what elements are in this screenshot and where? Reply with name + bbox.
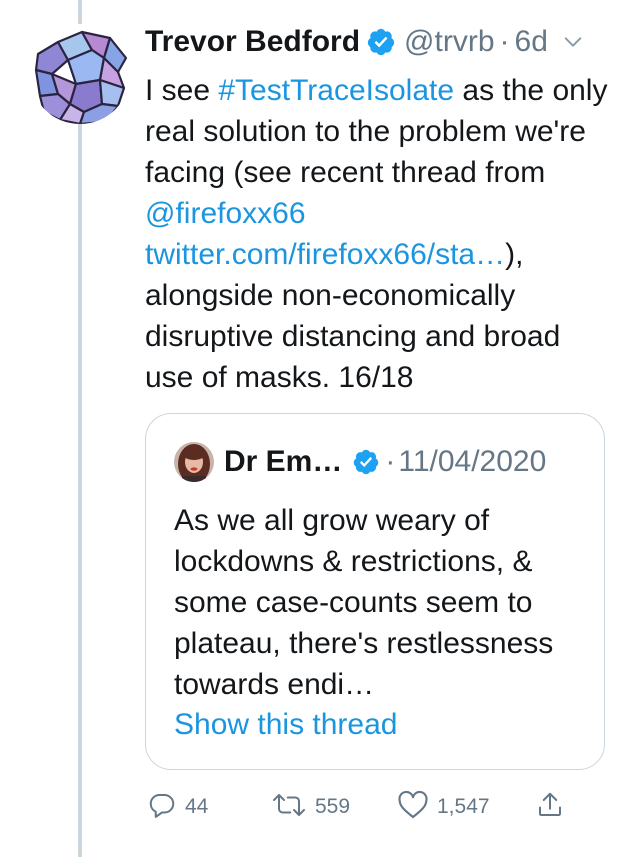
tweet-text: I see #TestTraceIsolate as the only real… [145,70,610,398]
author-name[interactable]: Trevor Bedford [145,25,360,59]
hashtag-link[interactable]: #TestTraceIsolate [218,74,454,107]
url-link[interactable]: twitter.com/firefoxx66/sta… [145,238,505,271]
author-avatar[interactable] [30,24,130,124]
share-button[interactable] [535,787,565,827]
like-button[interactable]: 1,547 [397,787,490,827]
chevron-down-icon[interactable] [562,31,584,53]
verified-badge-icon [352,448,380,476]
quoted-tweet-text: As we all grow weary of lockdowns & rest… [174,504,554,701]
quoted-tweet-header: Dr Em… · 11/04/2020 [174,442,546,482]
reply-icon [147,790,177,825]
tweet[interactable]: Trevor Bedford @trvrb · 6d I see #TestTr… [145,18,615,398]
separator-dot: · [499,25,510,58]
mention-link[interactable]: @firefoxx66 [145,197,306,230]
show-thread-link[interactable]: Show this thread [174,704,397,745]
quoted-tweet-card[interactable]: Dr Em… · 11/04/2020 As we all grow weary… [145,413,605,770]
author-handle[interactable]: @trvrb [404,25,494,59]
tweet-time[interactable]: 6d [515,25,548,59]
retweet-icon [271,790,307,825]
quoted-author-avatar [174,442,214,482]
reply-button[interactable]: 44 [147,787,208,827]
quoted-author-name: Dr Em… [224,445,343,478]
tweet-text-part: I see [145,74,219,107]
tweet-actions: 44 559 1,547 [145,787,585,827]
verified-badge-icon [366,27,396,57]
quoted-tweet-date: 11/04/2020 [398,445,547,478]
like-count: 1,547 [437,795,490,818]
heart-icon [397,790,429,825]
separator-dot: · [385,445,396,478]
retweet-count: 559 [315,795,351,818]
thread-line [78,0,82,857]
share-icon [535,790,565,825]
retweet-button[interactable]: 559 [271,787,350,827]
reply-count: 44 [185,795,209,818]
tweet-header: Trevor Bedford @trvrb · 6d [145,18,615,66]
